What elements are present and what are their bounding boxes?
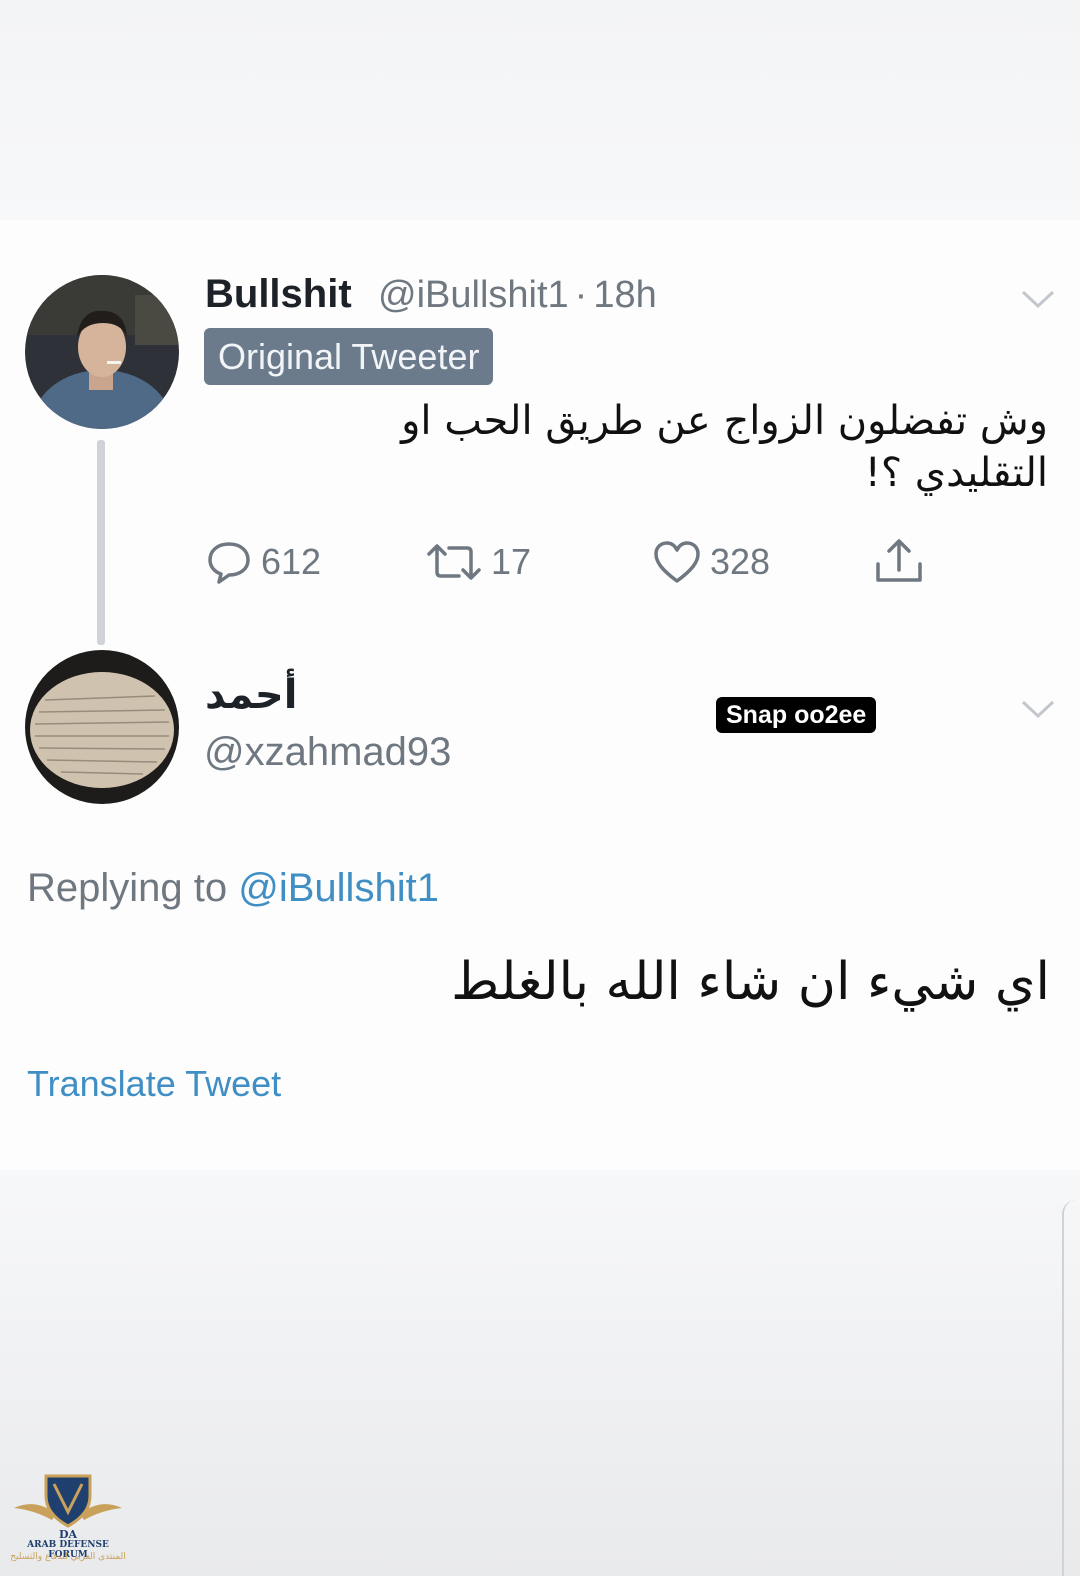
tweet-text: وش تفضلون الزواج عن طريق الحب او التقليد…	[401, 398, 1048, 496]
heart-icon	[654, 541, 700, 583]
share-button[interactable]	[872, 536, 926, 586]
next-page-edge	[1062, 1200, 1076, 1576]
original-tweeter-badge: Original Tweeter	[204, 328, 494, 385]
reply-count: 612	[261, 541, 322, 582]
avatar-ahmad[interactable]	[25, 650, 179, 804]
handle[interactable]: @iBullshit1	[378, 274, 569, 316]
replying-to: Replying to @iBullshit1	[27, 866, 439, 911]
share-icon	[876, 539, 922, 582]
thread-connector	[97, 440, 105, 645]
logo-subtitle: المنتدى العربي للدفاع والتسليح	[10, 1552, 126, 1562]
like-count: 328	[710, 541, 771, 582]
timestamp[interactable]: 18h	[593, 274, 656, 316]
chevron-down-icon[interactable]	[1020, 288, 1056, 310]
logo-initials: DA	[59, 1528, 78, 1540]
retweet-button[interactable]: 17	[425, 538, 531, 586]
bottom-background	[0, 1170, 1080, 1576]
top-background	[0, 0, 1080, 220]
display-name[interactable]: أحمد	[205, 672, 297, 718]
handle[interactable]: @xzahmad93	[204, 730, 451, 775]
retweet-count: 17	[491, 541, 532, 582]
snap-sticker: Snap oo2ee	[716, 697, 877, 733]
like-button[interactable]: 328	[652, 538, 770, 586]
handle-and-time[interactable]: @iBullshit1 · 18h	[378, 274, 657, 317]
separator: ·	[574, 274, 588, 316]
mention-link[interactable]: @iBullshit1	[238, 866, 439, 910]
replying-label: Replying to	[27, 866, 228, 910]
retweet-icon	[427, 544, 481, 580]
chevron-down-icon[interactable]	[1020, 698, 1056, 720]
display-name[interactable]: Bullshit	[205, 272, 352, 317]
tweet-text: اي شيء ان شاء الله بالغلط	[451, 952, 1050, 1012]
arab-defense-forum-logo: DA ARAB DEFENSE FORUM المنتدى العربي للد…	[6, 1468, 130, 1572]
reply-button[interactable]: 612	[205, 538, 321, 586]
avatar-bullshit[interactable]	[25, 275, 179, 429]
translate-tweet-link[interactable]: Translate Tweet	[27, 1063, 281, 1105]
reply-bubble-icon	[208, 542, 250, 584]
